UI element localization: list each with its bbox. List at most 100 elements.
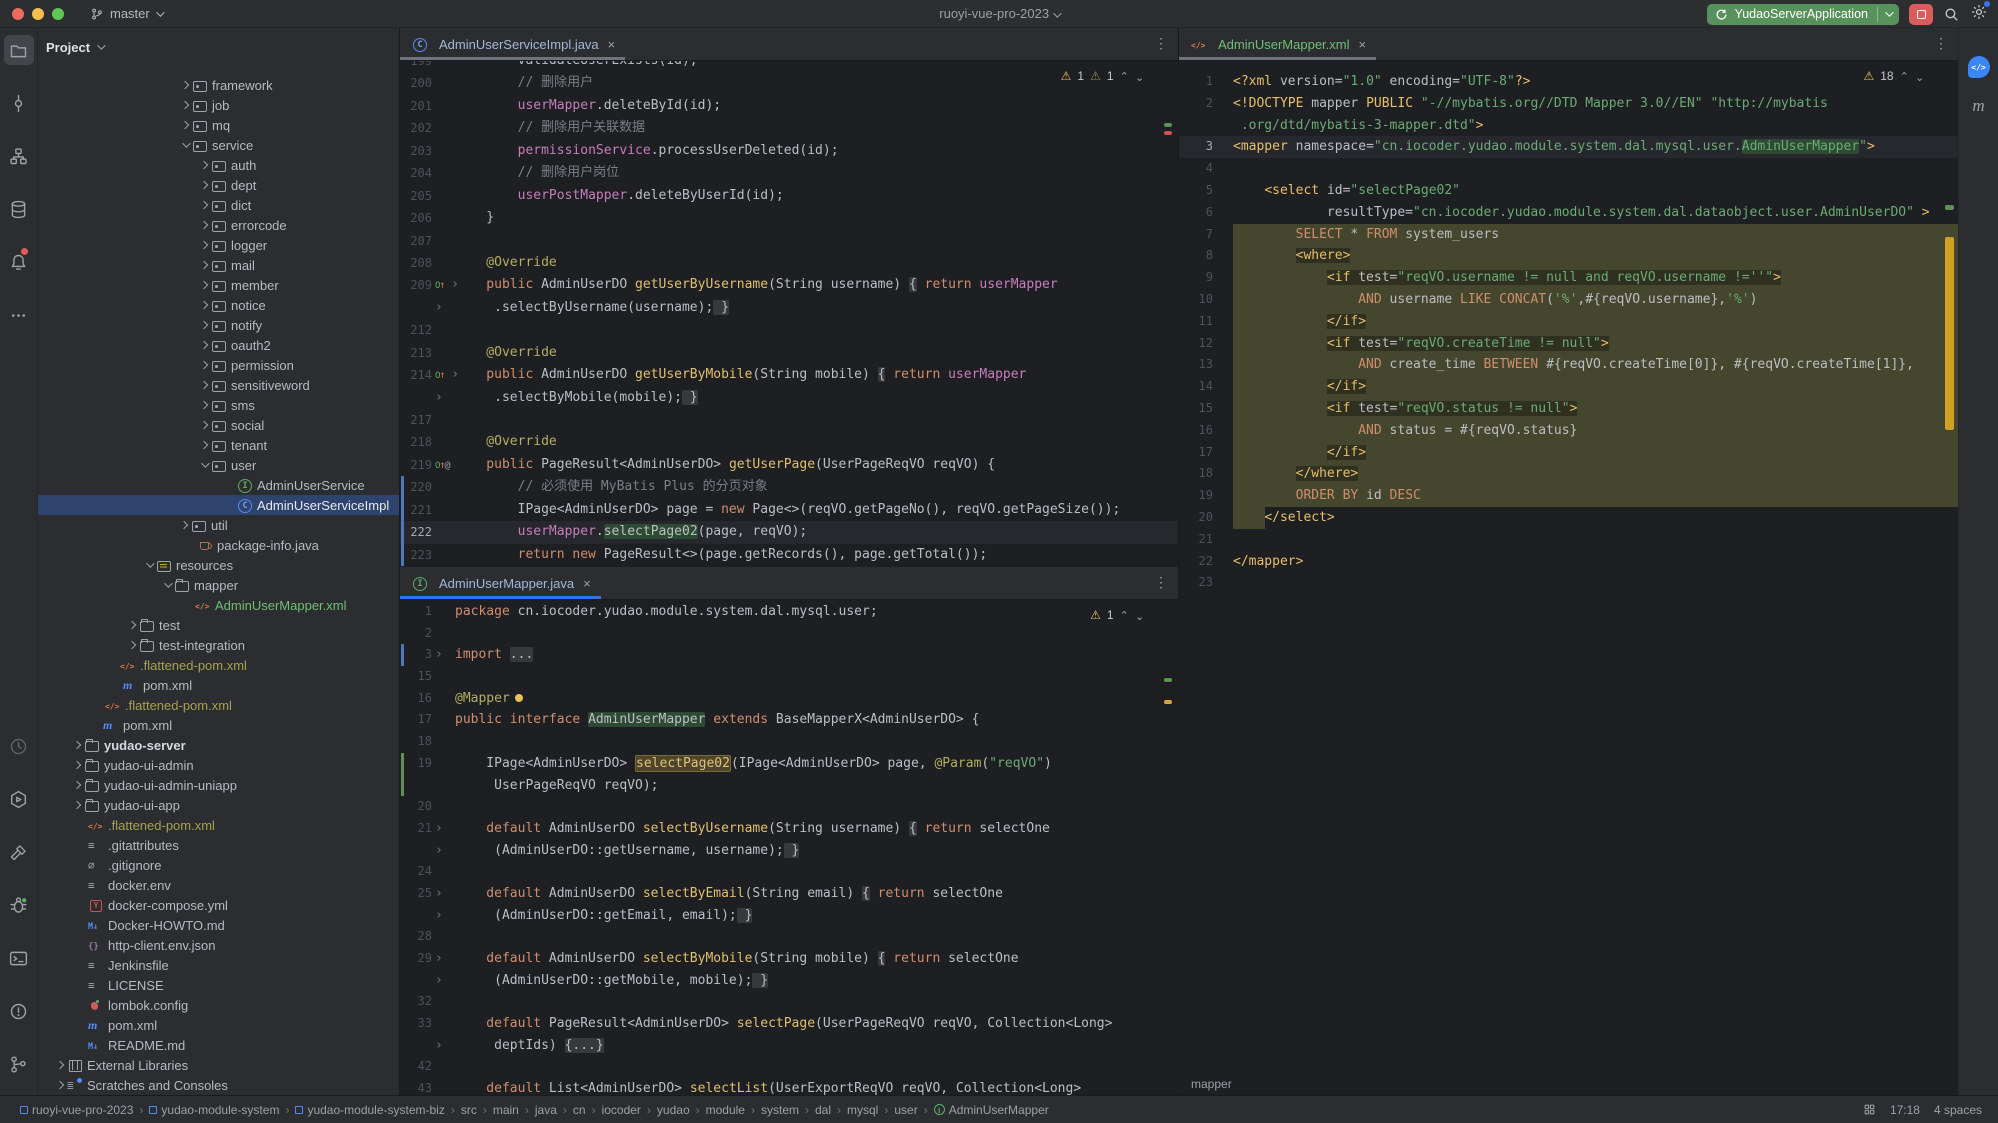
fold-chevron-icon[interactable]: ›	[435, 300, 442, 315]
tree-item-package-info-java[interactable]: package-info.java	[38, 535, 399, 555]
tree-item-notice[interactable]: notice	[38, 295, 399, 315]
tree-item-adminuserservice[interactable]: AdminUserService	[38, 475, 399, 495]
tree-item-test[interactable]: test	[38, 615, 399, 635]
tree-item--gitignore[interactable]: .gitignore	[38, 855, 399, 875]
breadcrumb-item[interactable]: user	[894, 1103, 917, 1117]
tree-item-permission[interactable]: permission	[38, 355, 399, 375]
tab-adminuserserviceimpl[interactable]: AdminUserServiceImpl.java ×	[400, 28, 625, 60]
chevron-right-icon[interactable]	[197, 402, 211, 408]
tree-item-pom-xml[interactable]: pom.xml	[38, 675, 399, 695]
chevron-right-icon[interactable]	[178, 82, 192, 88]
tree-item-tenant[interactable]: tenant	[38, 435, 399, 455]
git-icon[interactable]	[4, 1049, 34, 1079]
problems-icon[interactable]	[4, 996, 34, 1026]
tree-item-user[interactable]: user	[38, 455, 399, 475]
tree-item-license[interactable]: LICENSE	[38, 975, 399, 995]
chevron-right-icon[interactable]	[197, 442, 211, 448]
chevron-down-icon[interactable]	[160, 582, 174, 588]
settings-button[interactable]	[1970, 3, 1988, 26]
chevron-right-icon[interactable]	[53, 1062, 67, 1068]
tree-item-jenkinsfile[interactable]: Jenkinsfile	[38, 955, 399, 975]
next-warning-icon[interactable]: ⌃	[1915, 70, 1924, 83]
project-icon[interactable]	[4, 35, 34, 65]
fold-chevron-icon[interactable]: ›	[435, 647, 442, 662]
tree-item-http-client-env-json[interactable]: http-client.env.json	[38, 935, 399, 955]
tree-item-oauth2[interactable]: oauth2	[38, 335, 399, 355]
fold-chevron-icon[interactable]: ›	[435, 908, 442, 923]
fold-chevron-icon[interactable]: ›	[435, 886, 442, 901]
chevron-right-icon[interactable]	[197, 282, 211, 288]
tree-item-pom-xml[interactable]: pom.xml	[38, 1015, 399, 1035]
breadcrumb-item[interactable]: cn	[573, 1103, 586, 1117]
chevron-right-icon[interactable]	[197, 182, 211, 188]
chevron-right-icon[interactable]	[197, 162, 211, 168]
inspection-widget[interactable]: ⚠1⌃⌃	[1090, 608, 1144, 622]
inspection-widget[interactable]: ⚠1⚠1⌃⌃	[1061, 69, 1144, 83]
history-icon[interactable]	[4, 731, 34, 761]
tree-item-util[interactable]: util	[38, 515, 399, 535]
fold-chevron-icon[interactable]: ›	[435, 821, 442, 836]
tree-item-mail[interactable]: mail	[38, 255, 399, 275]
chevron-down-icon[interactable]	[178, 142, 192, 148]
chevron-right-icon[interactable]	[125, 642, 139, 648]
tree-item-lombok-config[interactable]: lombok.config	[38, 995, 399, 1015]
tree-item-sensitiveword[interactable]: sensitiveword	[38, 375, 399, 395]
chevron-right-icon[interactable]	[197, 322, 211, 328]
fold-chevron-icon[interactable]: ›	[435, 843, 442, 858]
prev-warning-icon[interactable]: ⌃	[1120, 70, 1129, 83]
tree-item--gitattributes[interactable]: .gitattributes	[38, 835, 399, 855]
cursor-position[interactable]: 17:18	[1890, 1103, 1920, 1117]
chevron-right-icon[interactable]	[197, 362, 211, 368]
editor-options-kebab-icon[interactable]: ⋮	[1154, 574, 1168, 591]
services-icon[interactable]	[4, 784, 34, 814]
xml-breadcrumb[interactable]: mapper	[1191, 1077, 1232, 1091]
chevron-right-icon[interactable]	[197, 202, 211, 208]
tree-item-pom-xml[interactable]: pom.xml	[38, 715, 399, 735]
tree-item-test-integration[interactable]: test-integration	[38, 635, 399, 655]
prev-warning-icon[interactable]: ⌃	[1120, 609, 1129, 622]
tree-item-readme-md[interactable]: README.md	[38, 1035, 399, 1055]
chevron-right-icon[interactable]	[70, 742, 84, 748]
breadcrumb-item[interactable]: IAdminUserMapper	[934, 1103, 1049, 1117]
close-window-button[interactable]	[12, 8, 24, 20]
breadcrumb-item[interactable]: java	[535, 1103, 557, 1117]
tree-item-yudao-ui-admin[interactable]: yudao-ui-admin	[38, 755, 399, 775]
debug-icon[interactable]	[4, 890, 34, 920]
tree-item-yudao-ui-app[interactable]: yudao-ui-app	[38, 795, 399, 815]
fold-chevron-icon[interactable]: ›	[435, 390, 442, 405]
next-warning-icon[interactable]: ⌃	[1135, 609, 1144, 622]
tree-item-sms[interactable]: sms	[38, 395, 399, 415]
grid-icon[interactable]	[1863, 1103, 1876, 1116]
git-branch-widget[interactable]: master	[90, 6, 162, 21]
editor-options-kebab-icon[interactable]: ⋮	[1154, 35, 1168, 52]
fold-chevron-icon[interactable]: ›	[435, 951, 442, 966]
breadcrumb-item[interactable]: ruoyi-vue-pro-2023	[20, 1103, 133, 1117]
editor-options-kebab-icon[interactable]: ⋮	[1934, 35, 1948, 52]
tree-item-job[interactable]: job	[38, 95, 399, 115]
breadcrumb-item[interactable]: mysql	[847, 1103, 878, 1117]
chevron-right-icon[interactable]	[197, 382, 211, 388]
tree-item-docker-compose-yml[interactable]: docker-compose.yml	[38, 895, 399, 915]
chevron-right-icon[interactable]	[70, 802, 84, 808]
tab-close-icon[interactable]: ×	[583, 576, 591, 591]
stop-button[interactable]	[1909, 4, 1933, 25]
tree-item-scratches-and-consoles[interactable]: Scratches and Consoles	[38, 1075, 399, 1095]
chevron-down-icon[interactable]	[197, 462, 211, 468]
tree-item-mapper[interactable]: mapper	[38, 575, 399, 595]
breadcrumb-item[interactable]: system	[761, 1103, 799, 1117]
tree-item-yudao-server[interactable]: yudao-server	[38, 735, 399, 755]
chevron-right-icon[interactable]	[53, 1082, 67, 1088]
chevron-right-icon[interactable]	[125, 622, 139, 628]
indent-setting[interactable]: 4 spaces	[1934, 1103, 1982, 1117]
breadcrumb-item[interactable]: module	[706, 1103, 745, 1117]
tab-close-icon[interactable]: ×	[608, 37, 616, 52]
chevron-right-icon[interactable]	[70, 782, 84, 788]
run-configuration-widget[interactable]: YudaoServerApplication	[1707, 4, 1899, 25]
tree-item-resources[interactable]: resources	[38, 555, 399, 575]
chevron-right-icon[interactable]	[177, 522, 191, 528]
tab-close-icon[interactable]: ×	[1359, 37, 1367, 52]
commit-icon[interactable]	[4, 88, 34, 118]
notifications-bell-icon[interactable]	[4, 247, 34, 277]
build-icon[interactable]	[4, 837, 34, 867]
breadcrumb-item[interactable]: src	[461, 1103, 477, 1117]
